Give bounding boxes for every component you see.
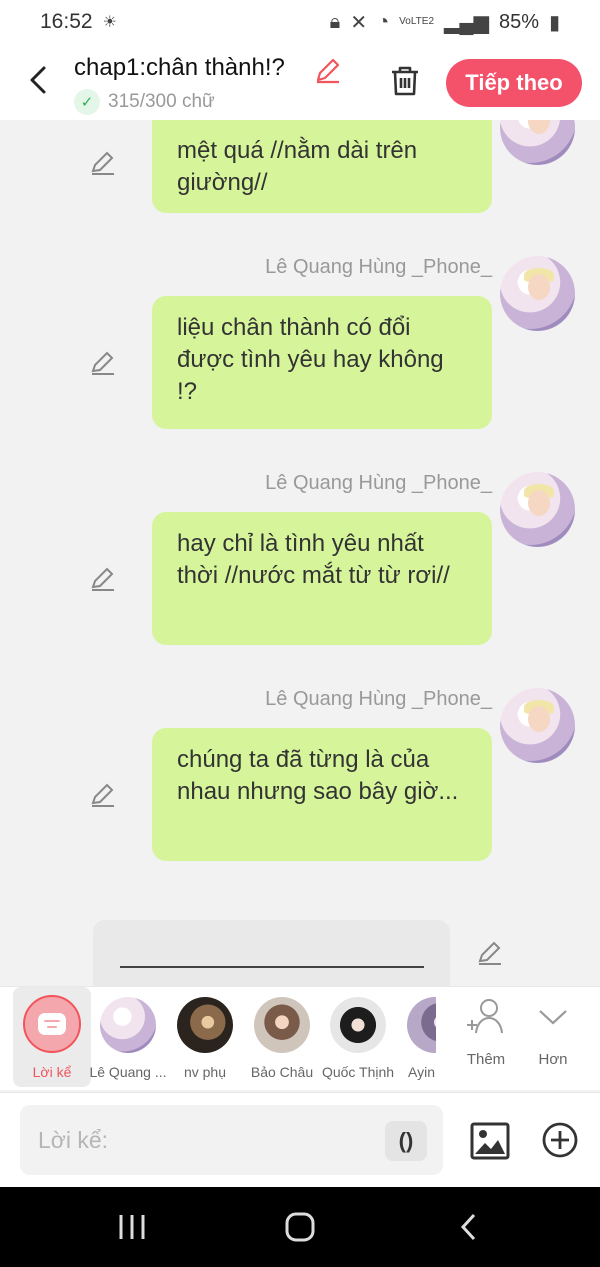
draft-narration-box[interactable] — [93, 920, 450, 986]
character-ayin[interactable]: Ayin — [400, 987, 436, 1087]
image-icon — [470, 1122, 510, 1160]
check-icon: ✓ — [74, 89, 100, 115]
narration-input[interactable] — [20, 1105, 443, 1175]
character-quoc-thinh[interactable]: Quốc Thịnh — [319, 987, 397, 1087]
character-label: Ayin — [408, 1064, 435, 1080]
draft-line — [120, 966, 424, 968]
avatar[interactable] — [500, 472, 575, 547]
back-icon — [460, 1213, 476, 1241]
character-narrator[interactable]: Lời kể — [13, 987, 91, 1087]
weather-icon: ☀ — [102, 14, 117, 31]
status-time: 16:52 — [40, 10, 93, 33]
pencil-icon — [91, 351, 114, 375]
edit-message-button[interactable] — [90, 350, 116, 376]
sender-name: Lê Quang Hùng _Phone_ — [265, 256, 492, 278]
back-button[interactable] — [22, 60, 54, 100]
character-bao-chau[interactable]: Bảo Châu — [243, 987, 321, 1087]
recent-apps-icon — [119, 1215, 145, 1239]
system-back-button[interactable] — [448, 1209, 488, 1245]
message-bubble[interactable]: hay chỉ là tình yêu nhất thời //nước mắt… — [152, 512, 492, 645]
header: chap1:chân thành!? ✓ 315/300 chữ Tiếp th… — [0, 44, 600, 120]
character-bar: Lời kể Lê Quang ... nv phụ Bảo Châu Quốc… — [0, 986, 600, 1090]
network-label: VoLTE2 — [399, 16, 435, 27]
character-label: Lê Quang ... — [89, 1064, 167, 1080]
composer-bar: () — [0, 1092, 600, 1187]
message-text: liệu chân thành có đổi được tình yêu hay… — [177, 314, 444, 405]
status-left: 16:52 ☀ — [40, 10, 117, 34]
avatar — [407, 997, 436, 1053]
add-button[interactable] — [541, 1121, 579, 1159]
lock-icon: 🔒︎ — [329, 10, 341, 33]
insert-parentheses-button[interactable]: () — [385, 1121, 427, 1161]
battery-icon: ▮ — [548, 11, 560, 34]
plus-circle-icon — [542, 1122, 578, 1158]
status-bar: 16:52 ☀ 🔒︎ ✕ ◔ VoLTE2 ▂▄▆ 85% ▮ — [0, 0, 600, 44]
system-nav-bar — [0, 1187, 600, 1267]
home-button[interactable] — [280, 1209, 320, 1245]
delete-button[interactable] — [386, 62, 424, 100]
trash-icon — [392, 66, 418, 96]
word-count: 315/300 chữ — [108, 91, 215, 112]
character-label: Bảo Châu — [250, 1064, 314, 1080]
message-bubble[interactable]: chúng ta đã từng là của nhau nhưng sao b… — [152, 728, 492, 861]
message-text: mệt quá //nằm dài trên giường// — [177, 137, 418, 196]
sender-name: Lê Quang Hùng _Phone_ — [265, 688, 492, 710]
insert-image-button[interactable] — [470, 1121, 510, 1161]
character-label: Quốc Thịnh — [321, 1064, 395, 1080]
avatar[interactable] — [500, 120, 575, 165]
edit-message-button[interactable] — [90, 150, 116, 176]
battery-level: 85% — [498, 10, 539, 33]
avatar — [330, 997, 386, 1053]
add-character-label: Thêm — [466, 1051, 506, 1068]
character-nv-phu[interactable]: nv phụ — [166, 987, 244, 1087]
home-icon — [285, 1212, 315, 1242]
character-label: Lời kể — [32, 1064, 72, 1080]
avatar — [100, 997, 156, 1053]
avatar[interactable] — [500, 688, 575, 763]
page-title[interactable]: chap1:chân thành!? — [74, 54, 285, 82]
edit-title-button[interactable] — [314, 56, 342, 84]
more-button[interactable]: Hơn — [523, 995, 583, 1083]
character-le-quang[interactable]: Lê Quang ... — [89, 987, 167, 1087]
signal-icon: ▂▄▆ — [444, 11, 489, 34]
mute-icon: ✕ — [350, 11, 368, 34]
status-right: 🔒︎ ✕ ◔ VoLTE2 ▂▄▆ 85% ▮ — [330, 10, 560, 35]
pencil-icon — [478, 941, 501, 965]
wifi-icon: ◔ — [377, 10, 390, 33]
pencil-icon — [91, 783, 114, 807]
edit-message-button[interactable] — [90, 782, 116, 808]
avatar — [254, 997, 310, 1053]
next-button[interactable]: Tiếp theo — [446, 59, 582, 107]
edit-message-button[interactable] — [90, 566, 116, 592]
word-count-row: ✓ 315/300 chữ — [74, 89, 215, 115]
recent-apps-button[interactable] — [112, 1209, 152, 1245]
avatar[interactable] — [500, 256, 575, 331]
message-bubble[interactable]: mệt quá //nằm dài trên giường// — [152, 120, 492, 213]
sender-name: Lê Quang Hùng _Phone_ — [265, 472, 492, 494]
edit-draft-button[interactable] — [477, 940, 503, 966]
pencil-icon — [316, 58, 340, 84]
narrator-icon — [23, 995, 81, 1053]
avatar — [177, 997, 233, 1053]
message-text: chúng ta đã từng là của nhau nhưng sao b… — [177, 746, 459, 805]
more-label: Hơn — [538, 1051, 568, 1068]
pencil-icon — [91, 151, 114, 175]
pencil-icon — [91, 567, 114, 591]
add-user-icon — [464, 995, 508, 1039]
chevron-left-icon — [30, 66, 46, 94]
chat-area[interactable]: mệt quá //nằm dài trên giường// Lê Quang… — [0, 120, 600, 986]
chevron-down-icon — [531, 995, 575, 1039]
add-character-button[interactable]: Thêm — [456, 995, 516, 1083]
message-bubble[interactable]: liệu chân thành có đổi được tình yêu hay… — [152, 296, 492, 429]
character-label: nv phụ — [183, 1064, 227, 1080]
message-text: hay chỉ là tình yêu nhất thời //nước mắt… — [177, 530, 450, 589]
